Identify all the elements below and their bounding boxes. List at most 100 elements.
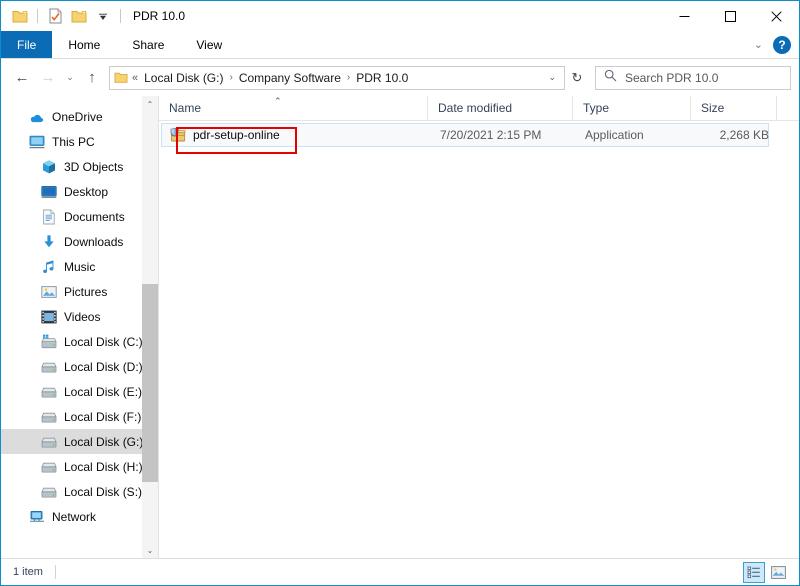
sidebar-item-label: Documents bbox=[64, 209, 125, 224]
sidebar-item-label: Local Disk (S:) bbox=[64, 484, 142, 499]
breadcrumb-item-2[interactable]: PDR 10.0 bbox=[355, 71, 409, 85]
sidebar-item-3d-objects[interactable]: 3D Objects bbox=[1, 154, 142, 179]
title-bar: PDR 10.0 bbox=[1, 1, 799, 31]
tab-view[interactable]: View bbox=[180, 31, 238, 58]
sort-ascending-caret-icon: ⌃ bbox=[274, 96, 282, 106]
minimize-button[interactable] bbox=[661, 1, 707, 31]
qat-separator-2 bbox=[120, 9, 121, 23]
close-button[interactable] bbox=[753, 1, 799, 31]
sidebar-item-label: Videos bbox=[64, 309, 101, 324]
sidebar-item-downloads[interactable]: Downloads bbox=[1, 229, 142, 254]
sidebar-item-videos[interactable]: Videos bbox=[1, 304, 142, 329]
column-header-size[interactable]: Size bbox=[690, 96, 776, 120]
explorer-body: OneDrive This PC 3D Objects Desktop Document… bbox=[1, 96, 799, 558]
column-header-row: Name ⌃ Date modified Type Size bbox=[159, 96, 799, 121]
sidebar-item-label: Local Disk (E:) bbox=[64, 384, 142, 399]
column-header-date-modified[interactable]: Date modified bbox=[427, 96, 572, 120]
help-button[interactable]: ? bbox=[773, 35, 791, 54]
sidebar-item-label: Local Disk (G:) bbox=[64, 434, 142, 449]
breadcrumb-separator-0[interactable]: › bbox=[229, 72, 232, 83]
ribbon-right-controls: ⌄ ? bbox=[748, 31, 799, 58]
collapse-ribbon-chevron-icon[interactable]: ⌄ bbox=[748, 38, 769, 51]
sidebar-item-onedrive[interactable]: OneDrive bbox=[1, 104, 142, 129]
item-count-label: 1 item bbox=[13, 566, 43, 578]
scrollbar-thumb[interactable] bbox=[142, 284, 158, 482]
sidebar-item-label: Local Disk (C:) bbox=[64, 334, 142, 349]
column-header-filler bbox=[776, 96, 799, 120]
search-input[interactable]: Search PDR 10.0 bbox=[625, 71, 718, 85]
address-folder-icon bbox=[114, 71, 128, 84]
sidebar-item-documents[interactable]: Documents bbox=[1, 204, 142, 229]
file-name-cell[interactable]: pdr-setup-online bbox=[162, 124, 430, 146]
sidebar-item-label: Downloads bbox=[64, 234, 124, 249]
file-explorer-window: PDR 10.0 File Home Share View ⌄ ? ← → ⌄ … bbox=[0, 0, 800, 586]
sidebar-item-this-pc[interactable]: This PC bbox=[1, 129, 142, 154]
column-header-size-label: Size bbox=[701, 101, 725, 115]
back-button[interactable]: ← bbox=[9, 65, 35, 91]
breadcrumb-overflow-icon[interactable]: « bbox=[132, 72, 138, 84]
file-list-pane: Name ⌃ Date modified Type Size pdr-setup… bbox=[159, 96, 799, 558]
tab-home[interactable]: Home bbox=[52, 31, 116, 58]
column-header-name-label: Name bbox=[169, 101, 202, 115]
customize-qat-chevron-icon[interactable] bbox=[92, 5, 114, 27]
refresh-button[interactable]: ↻ bbox=[565, 66, 589, 90]
tab-share[interactable]: Share bbox=[116, 31, 180, 58]
navigation-scrollbar[interactable]: ⌃ ⌄ bbox=[142, 96, 158, 558]
window-title: PDR 10.0 bbox=[133, 9, 186, 23]
sidebar-item-label: OneDrive bbox=[52, 109, 103, 124]
file-rows: pdr-setup-online 7/20/2021 2:15 PM Applica… bbox=[159, 121, 799, 558]
address-bar-row: ← → ⌄ ↑ « Local Disk (G:) › Company Soft… bbox=[1, 59, 799, 96]
search-box[interactable]: Search PDR 10.0 bbox=[595, 65, 791, 90]
ribbon-tab-bar: File Home Share View ⌄ ? bbox=[1, 31, 799, 59]
downloads-arrow-icon bbox=[41, 234, 57, 250]
scrollbar-track[interactable] bbox=[142, 112, 158, 542]
sidebar-item-local-disk-c[interactable]: Local Disk (C:) bbox=[1, 329, 142, 354]
navigation-list: OneDrive This PC 3D Objects Desktop Document… bbox=[1, 96, 142, 558]
recent-locations-chevron-icon[interactable]: ⌄ bbox=[61, 65, 79, 91]
breadcrumb-separator-1[interactable]: › bbox=[347, 72, 350, 83]
address-dropdown-chevron-icon[interactable]: ⌄ bbox=[542, 72, 562, 83]
breadcrumb: Local Disk (G:) › Company Software › PDR… bbox=[143, 71, 409, 85]
quick-access-toolbar: PDR 10.0 bbox=[1, 5, 185, 27]
table-row[interactable]: pdr-setup-online 7/20/2021 2:15 PM Applica… bbox=[161, 123, 769, 147]
drive-icon bbox=[41, 484, 57, 500]
file-date-cell: 7/20/2021 2:15 PM bbox=[440, 128, 542, 142]
file-name-label: pdr-setup-online bbox=[193, 128, 280, 142]
drive-icon bbox=[41, 434, 57, 450]
sidebar-item-local-disk-h[interactable]: Local Disk (H:) bbox=[1, 454, 142, 479]
sidebar-item-local-disk-g[interactable]: Local Disk (G:) bbox=[1, 429, 142, 454]
address-bar[interactable]: « Local Disk (G:) › Company Software › P… bbox=[109, 65, 565, 90]
column-header-name[interactable]: Name ⌃ bbox=[159, 96, 427, 120]
sidebar-item-pictures[interactable]: Pictures bbox=[1, 279, 142, 304]
network-icon bbox=[29, 509, 45, 525]
videos-icon bbox=[41, 309, 57, 325]
breadcrumb-item-1[interactable]: Company Software bbox=[238, 71, 342, 85]
documents-icon bbox=[41, 209, 57, 225]
sidebar-item-music[interactable]: Music bbox=[1, 254, 142, 279]
sidebar-item-label: Local Disk (H:) bbox=[64, 459, 142, 474]
sidebar-item-local-disk-e[interactable]: Local Disk (E:) bbox=[1, 379, 142, 404]
scroll-down-arrow-icon[interactable]: ⌄ bbox=[142, 542, 158, 558]
drive-icon bbox=[41, 409, 57, 425]
breadcrumb-item-0[interactable]: Local Disk (G:) bbox=[143, 71, 224, 85]
up-button[interactable]: ↑ bbox=[79, 65, 105, 91]
drive-icon bbox=[41, 359, 57, 375]
new-folder-icon[interactable] bbox=[9, 5, 31, 27]
sidebar-item-local-disk-s[interactable]: Local Disk (S:) bbox=[1, 479, 142, 504]
scroll-up-arrow-icon[interactable]: ⌃ bbox=[142, 96, 158, 112]
properties-icon[interactable] bbox=[44, 5, 66, 27]
sidebar-item-local-disk-f[interactable]: Local Disk (F:) bbox=[1, 404, 142, 429]
folder-icon[interactable] bbox=[68, 5, 90, 27]
maximize-button[interactable] bbox=[707, 1, 753, 31]
status-separator bbox=[54, 565, 56, 579]
installer-shield-icon bbox=[170, 127, 187, 143]
sidebar-item-local-disk-d[interactable]: Local Disk (D:) bbox=[1, 354, 142, 379]
sidebar-item-network[interactable]: Network bbox=[1, 504, 142, 529]
details-view-button[interactable] bbox=[743, 561, 765, 583]
this-pc-monitor-icon bbox=[29, 134, 45, 150]
sidebar-item-desktop[interactable]: Desktop bbox=[1, 179, 142, 204]
column-header-type[interactable]: Type bbox=[572, 96, 690, 120]
tab-file[interactable]: File bbox=[1, 31, 53, 58]
file-type-cell: Application bbox=[585, 128, 644, 142]
large-icons-view-button[interactable] bbox=[767, 562, 789, 583]
